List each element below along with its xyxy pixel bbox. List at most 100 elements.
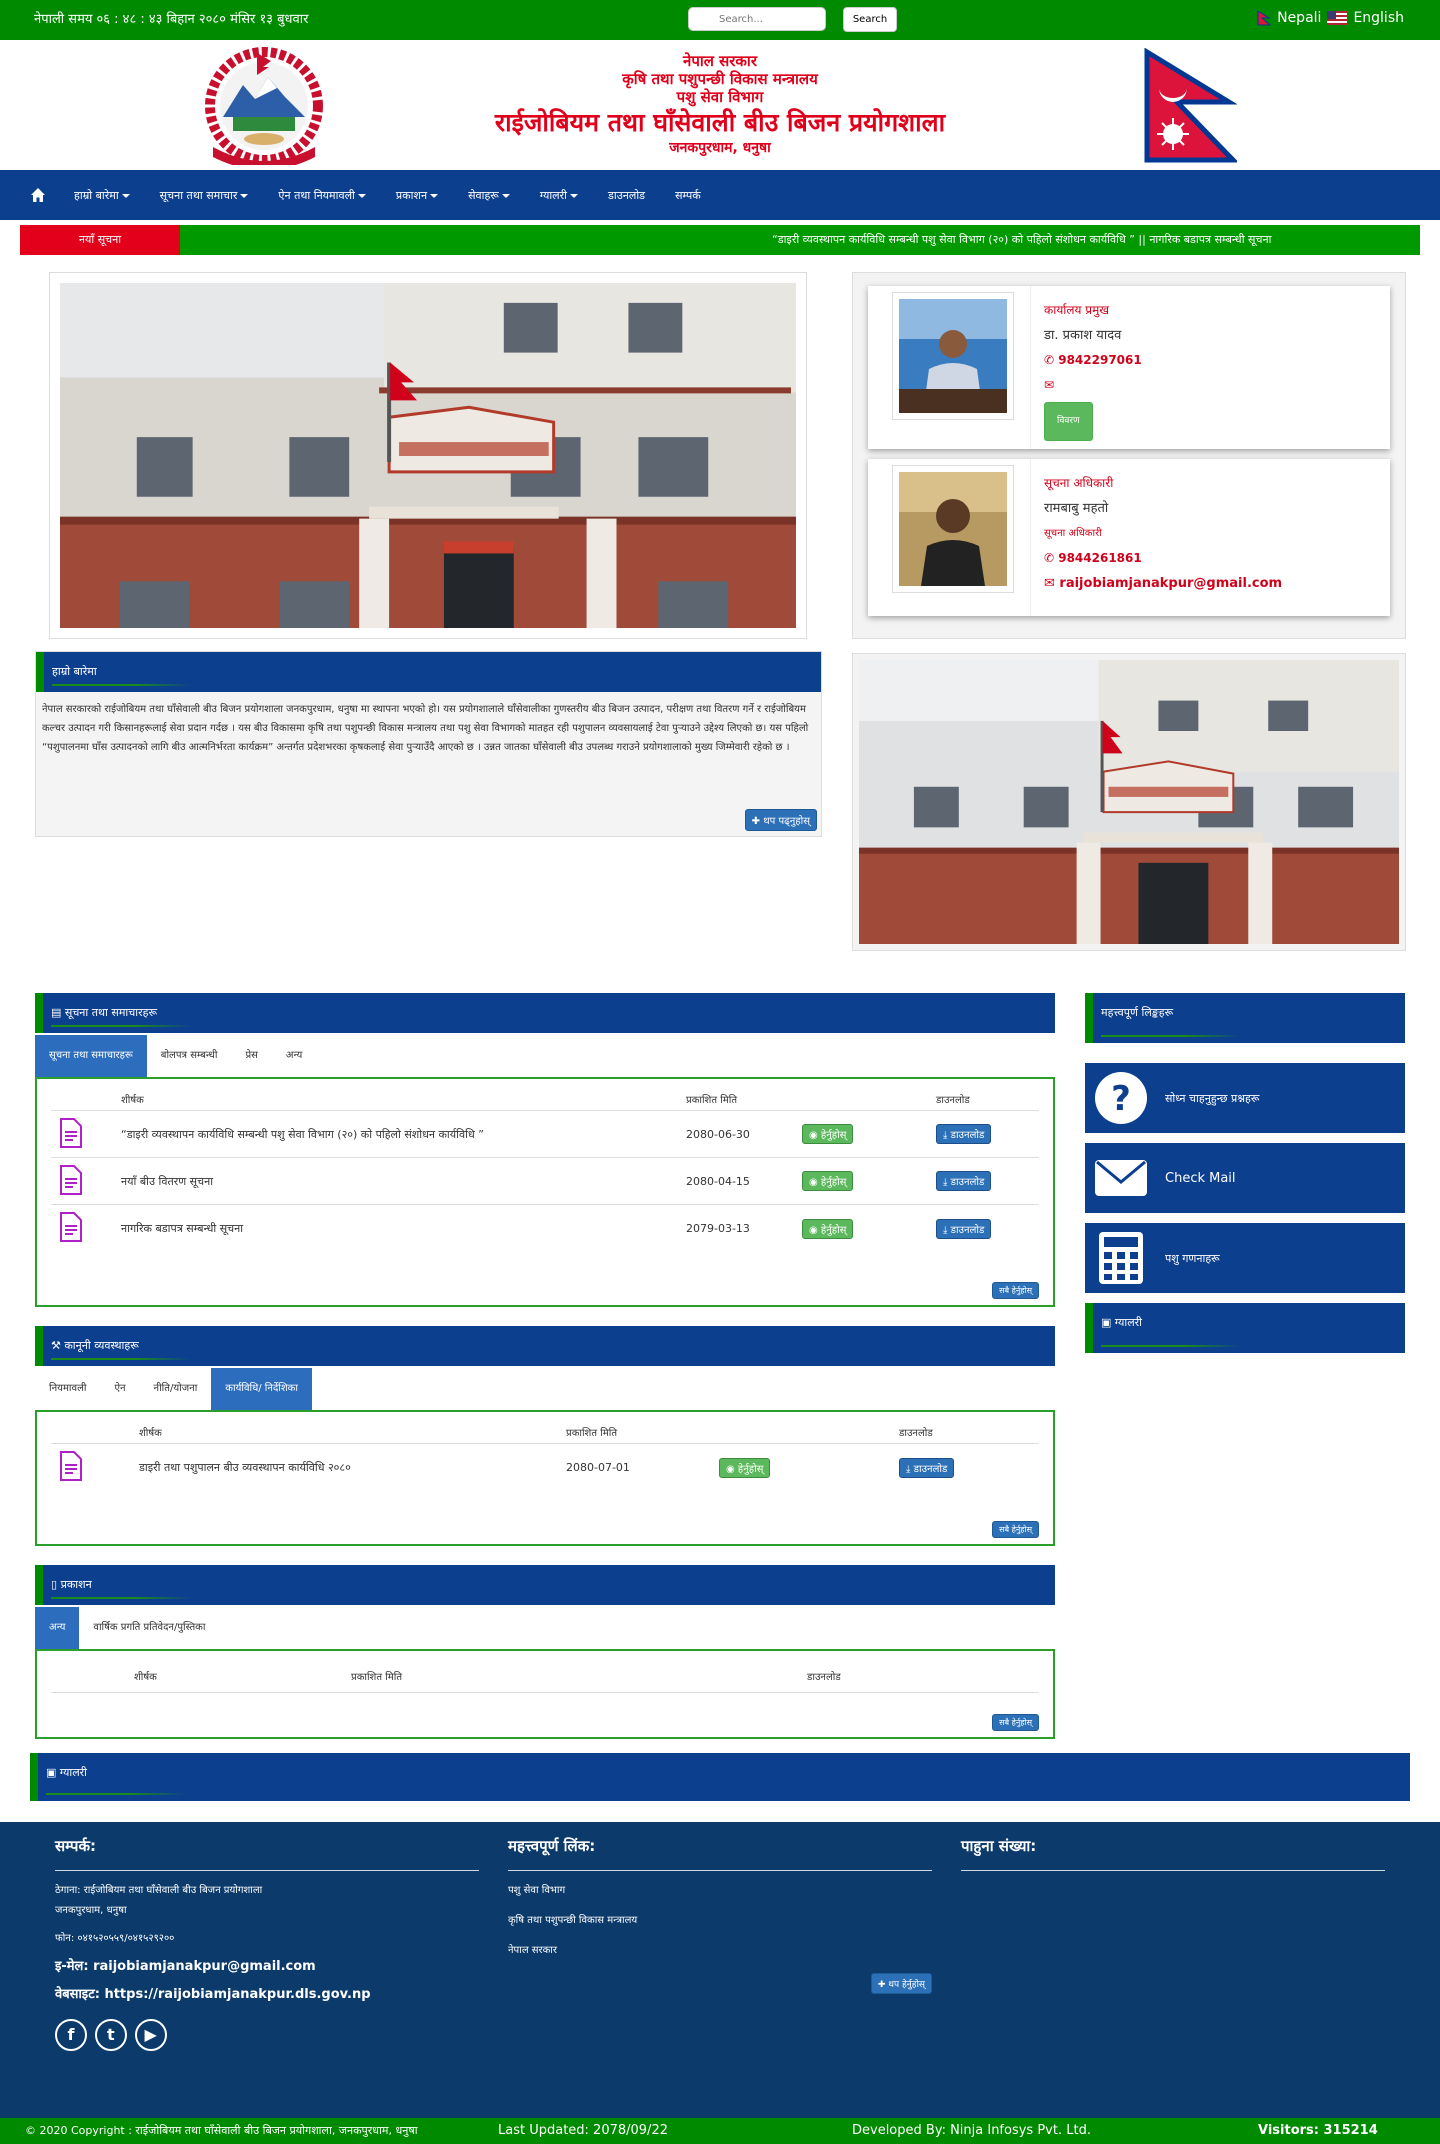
- notices-header: ▤ सूचना तथा समाचारहरू: [35, 993, 1055, 1033]
- view-button[interactable]: ◉ हेर्नुहोस्: [802, 1218, 854, 1239]
- download-button[interactable]: ⤓ डाउनलोड: [936, 1171, 992, 1191]
- eye-icon: ◉: [809, 1224, 821, 1236]
- lang-nepali-link[interactable]: Nepali: [1277, 10, 1321, 26]
- nav-item-contact[interactable]: सम्पर्क: [675, 188, 701, 203]
- ticker-text[interactable]: “डाइरी व्यवस्थापन कार्यविधि सम्बन्धी पशु…: [772, 225, 1271, 255]
- envelope-icon: [1095, 1160, 1147, 1196]
- tab-publications-others[interactable]: अन्य: [35, 1607, 80, 1649]
- gallery-panel: ▣ ग्यालरी: [30, 1753, 1410, 1801]
- nav-item-publications[interactable]: प्रकाशन: [396, 188, 439, 203]
- tab-regulations[interactable]: नियमावली: [35, 1368, 100, 1410]
- tab-notices-news[interactable]: सूचना तथा समाचारहरू: [35, 1035, 147, 1077]
- newspaper-icon: ▤: [51, 1006, 65, 1019]
- nav-item-gallery[interactable]: ग्यालरी: [540, 188, 578, 203]
- nav-item-about[interactable]: हाम्रो बारेमा: [74, 188, 130, 203]
- caret-down-icon: [240, 193, 249, 198]
- footer-website[interactable]: वेबसाइट: https://raijobiamjanakpur.dls.g…: [55, 1985, 479, 2005]
- header-line-department: पशु सेवा विभाग: [676, 88, 764, 106]
- info-officer-photo: [892, 465, 1014, 593]
- important-links-header: महत्त्वपूर्ण लिङ्कहरू: [1085, 993, 1405, 1043]
- tab-others[interactable]: अन्य: [272, 1035, 316, 1077]
- twitter-icon[interactable]: t: [94, 2019, 127, 2051]
- nav-item-services[interactable]: सेवाहरू: [468, 188, 510, 203]
- caret-down-icon: [357, 193, 366, 198]
- download-button[interactable]: ⤓ डाउनलोड: [936, 1218, 992, 1239]
- us-flag-icon: [1327, 11, 1348, 25]
- footer-link[interactable]: नेपाल सरकार: [508, 1941, 932, 1961]
- footer-link[interactable]: कृषि तथा पशुपन्छी विकास मन्त्रालय: [508, 1911, 932, 1931]
- chief-name: डा. प्रकाश यादव: [1044, 328, 1122, 343]
- search-button[interactable]: Search: [843, 7, 897, 32]
- footer-email[interactable]: इ-मेल: raijobiamjanakpur@gmail.com: [55, 1957, 479, 1977]
- acts-panel: ⚒ कानूनी व्यवस्थाहरू नियमावली ऐन नीति/यो…: [35, 1326, 1055, 1546]
- quick-link-check-mail[interactable]: Check Mail: [1085, 1143, 1405, 1213]
- nav-item-news[interactable]: सूचना तथा समाचार: [160, 188, 249, 203]
- svg-text:?: ?: [1111, 1079, 1131, 1119]
- footer-more-button[interactable]: ✚ थप हेर्नुहोस्: [870, 1973, 932, 1994]
- tab-annual-reports[interactable]: वार्षिक प्रगति प्रतिवेदन/पुस्तिका: [79, 1607, 219, 1649]
- staff-card-info-officer: सूचना अधिकारी रामबाबु महतो सूचना अधिकारी…: [868, 459, 1390, 616]
- info-officer-phone: ✆ 9844261861: [1044, 551, 1142, 565]
- notice-title[interactable]: “डाइरी व्यवस्थापन कार्यविधि सम्बन्धी पशु…: [121, 1127, 686, 1142]
- view-button[interactable]: ◉ हेर्नुहोस्: [719, 1457, 771, 1478]
- facebook-icon[interactable]: f: [55, 2019, 87, 2051]
- home-icon[interactable]: [30, 187, 46, 203]
- quick-link-calculator[interactable]: पशु गणनाहरू: [1085, 1223, 1405, 1293]
- nepali-clock: नेपाली समय ०६ : ४८ : ४३ बिहान २०८० मंसिर…: [34, 12, 309, 27]
- view-all-publications-button[interactable]: सबै हेर्नुहोस्: [992, 1714, 1039, 1731]
- notice-title[interactable]: नागरिक बडापत्र सम्बन्धी सूचना: [121, 1221, 686, 1236]
- nav-item-acts[interactable]: ऐन तथा नियमावली: [278, 188, 366, 203]
- tab-policies[interactable]: नीति/योजना: [140, 1368, 212, 1410]
- view-all-notices-button[interactable]: सबै हेर्नुहोस्: [992, 1282, 1039, 1299]
- download-button[interactable]: ⤓ डाउनलोड: [936, 1124, 992, 1144]
- download-icon: ⤓: [943, 1177, 951, 1188]
- nav-item-download[interactable]: डाउनलोड: [608, 188, 645, 203]
- footer-links: महत्त्वपूर्ण लिंक: पशु सेवा विभाग कृषि त…: [508, 1836, 932, 1994]
- tab-press[interactable]: प्रेस: [231, 1035, 271, 1077]
- table-row: नागरिक बडापत्र सम्बन्धी सूचना 2079-03-13…: [51, 1205, 1039, 1252]
- search-input[interactable]: [688, 7, 826, 31]
- table-row: “डाइरी व्यवस्थापन कार्यविधि सम्बन्धी पशु…: [51, 1111, 1039, 1158]
- document-icon: [60, 1212, 82, 1242]
- acts-header: ⚒ कानूनी व्यवस्थाहरू: [35, 1326, 1055, 1366]
- footer-address-city: जनकपुरधाम, धनुषा: [55, 1905, 127, 1916]
- last-updated: Last Updated: 2078/09/22: [498, 2123, 668, 2138]
- footer-links-title: महत्त्वपूर्ण लिंक:: [508, 1836, 932, 1871]
- download-button[interactable]: ⤓ डाउनलोड: [899, 1457, 955, 1478]
- view-all-acts-button[interactable]: सबै हेर्नुहोस्: [992, 1521, 1039, 1538]
- image-icon: ▣: [46, 1766, 60, 1779]
- chief-details-button[interactable]: विवरण: [1044, 402, 1093, 441]
- lang-english-link[interactable]: English: [1353, 10, 1404, 26]
- document-icon: [60, 1164, 82, 1195]
- youtube-icon[interactable]: ▶: [134, 2019, 167, 2051]
- document-icon: [60, 1117, 82, 1148]
- tab-procedures[interactable]: कार्यविधि/ निर्देशिका: [211, 1368, 312, 1410]
- office-title-block: नेपाल सरकार कृषि तथा पशुपन्छी विकास मन्त…: [380, 52, 1060, 156]
- developer-credit[interactable]: Developed By: Ninja Infosys Pvt. Ltd.: [852, 2123, 1091, 2138]
- acts-tabs: नियमावली ऐन नीति/योजना कार्यविधि/ निर्दे…: [35, 1368, 1055, 1410]
- notices-panel: ▤ सूचना तथा समाचारहरू सूचना तथा समाचारहर…: [35, 993, 1055, 1307]
- info-officer-role: सूचना अधिकारी: [1044, 476, 1114, 490]
- gavel-icon: ⚒: [51, 1339, 65, 1352]
- quick-link-faq[interactable]: ? सोध्न चाहनुहुन्छ प्रश्नहरू: [1085, 1063, 1405, 1133]
- tab-tenders[interactable]: बोलपत्र सम्बन्धी: [147, 1035, 232, 1077]
- read-more-button[interactable]: ✚ थप पढ्नुहोस्: [744, 809, 817, 831]
- info-officer-email[interactable]: ✉ raijobiamjanakpur@gmail.com: [1044, 571, 1282, 596]
- office-photo-secondary: [852, 653, 1406, 951]
- caret-down-icon: [570, 193, 578, 198]
- chief-email: ✉: [1044, 373, 1142, 398]
- view-button[interactable]: ◉ हेर्नुहोस्: [802, 1171, 854, 1191]
- act-title[interactable]: डाइरी तथा पशुपालन बीउ व्यवस्थापन कार्यवि…: [139, 1460, 566, 1475]
- view-button[interactable]: ◉ हेर्नुहोस्: [802, 1124, 854, 1144]
- notice-title[interactable]: नयाँ बीउ वितरण सूचना: [121, 1174, 686, 1189]
- staff-panel: कार्यालय प्रमुख डा. प्रकाश यादव ✆ 984229…: [852, 272, 1406, 639]
- footer-link[interactable]: पशु सेवा विभाग: [508, 1881, 932, 1901]
- office-building-photo: [60, 283, 796, 628]
- question-circle-icon: ?: [1095, 1072, 1147, 1124]
- news-ticker: नयाँ सूचना “डाइरी व्यवस्थापन कार्यविधि स…: [20, 225, 1420, 255]
- nepal-flag-icon: [1257, 10, 1272, 26]
- image-icon: ▣: [1101, 1316, 1115, 1329]
- plus-icon: ✚: [751, 816, 764, 827]
- publications-panel: ▯ प्रकाशन अन्य वार्षिक प्रगति प्रतिवेदन/…: [35, 1565, 1055, 1739]
- tab-acts[interactable]: ऐन: [100, 1368, 139, 1410]
